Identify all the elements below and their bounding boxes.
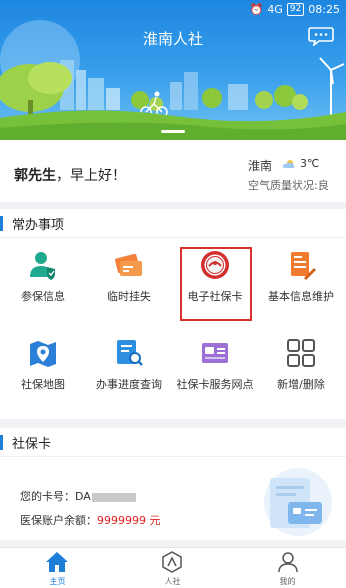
- bottom-tab-bar: 主页 人社 我的: [0, 547, 346, 588]
- tab-human-resources[interactable]: 人社: [115, 548, 230, 588]
- service-basic-info-maintenance[interactable]: 基本信息维护: [258, 240, 344, 324]
- services-header: 常办事项: [0, 209, 346, 238]
- home-icon: [46, 552, 68, 572]
- greeting-text: 郭先生，早上好！: [14, 165, 126, 185]
- header-banner: ⏰ 4G 92 08:25 淮南人社: [0, 0, 346, 140]
- service-label: 社保地图: [21, 378, 65, 391]
- city-landscape-illustration: [0, 20, 346, 140]
- user-honorific: 先生: [28, 168, 56, 184]
- weather-temperature: 3℃: [300, 157, 320, 170]
- service-add-remove[interactable]: 新增/删除: [258, 328, 344, 412]
- air-quality: 空气质量状况:良: [248, 179, 329, 192]
- social-card-section: 社保卡 您的卡号：DA 医保账户余额：9999999 元: [0, 428, 346, 540]
- service-label: 临时挂失: [107, 290, 151, 303]
- balance-value: 9999999 元: [97, 514, 161, 527]
- user-surname: 郭: [14, 168, 28, 184]
- service-insurance-info[interactable]: 参保信息: [0, 240, 86, 324]
- service-card-service-outlets[interactable]: 社保卡服务网点: [172, 328, 258, 412]
- card-number-row: 您的卡号：DA: [20, 488, 136, 504]
- social-card-header: 社保卡: [0, 428, 346, 457]
- service-progress-query[interactable]: 办事进度查询: [86, 328, 172, 412]
- progress-search-icon: [117, 340, 143, 366]
- people-badge-icon: [162, 551, 182, 573]
- cloudy-weather-icon: [282, 160, 295, 168]
- tab-home[interactable]: 主页: [0, 548, 115, 588]
- balance-row: 医保账户余额：9999999 元: [20, 512, 161, 528]
- service-label: 社保卡服务网点: [176, 378, 254, 391]
- service-social-security-map[interactable]: 社保地图: [0, 328, 86, 412]
- social-card-title: 社保卡: [12, 437, 52, 452]
- card-number-value: DA: [75, 490, 91, 503]
- user-shield-icon: [30, 252, 55, 280]
- message-icon[interactable]: [308, 26, 334, 46]
- card-lock-icon: [115, 253, 142, 276]
- service-label: 新增/删除: [277, 378, 325, 391]
- grid-icon: [287, 339, 315, 367]
- user-icon: [278, 552, 298, 573]
- service-outlet-icon: [202, 343, 228, 363]
- page-title: 淮南人社: [142, 30, 203, 48]
- tab-label: 人社: [164, 577, 181, 586]
- services-title: 常办事项: [12, 218, 65, 233]
- tab-label: 我的: [279, 577, 296, 586]
- signal-indicator: 4G: [267, 3, 283, 16]
- greeting-card: 郭先生，早上好！ 淮南 3℃ 空气质量状况:良: [0, 140, 346, 202]
- card-number-masked: [91, 492, 136, 502]
- battery-indicator: 92: [286, 3, 305, 16]
- banner-page-indicator: [161, 130, 185, 133]
- greeting-message: ，早上好！: [56, 168, 126, 184]
- balance-label: 医保账户余额：: [20, 514, 97, 527]
- tab-mine[interactable]: 我的: [230, 548, 345, 588]
- highlight-box: [180, 247, 252, 321]
- weather-city: 淮南: [248, 159, 273, 173]
- status-bar: ⏰ 4G 92 08:25: [250, 3, 340, 16]
- tab-label: 主页: [49, 577, 66, 586]
- service-temporary-loss-report[interactable]: 临时挂失: [86, 240, 172, 324]
- alarm-icon: ⏰: [249, 3, 264, 16]
- service-label: 参保信息: [21, 290, 65, 303]
- document-edit-icon: [291, 252, 316, 280]
- service-label: 办事进度查询: [96, 378, 162, 391]
- service-label: 基本信息维护: [268, 290, 334, 303]
- section-accent-bar: [0, 216, 3, 231]
- map-pin-icon: [30, 341, 56, 367]
- card-number-label: 您的卡号：: [20, 490, 75, 503]
- section-accent-bar: [0, 435, 3, 450]
- clock: 08:25: [308, 3, 340, 16]
- card-illustration: [264, 468, 332, 536]
